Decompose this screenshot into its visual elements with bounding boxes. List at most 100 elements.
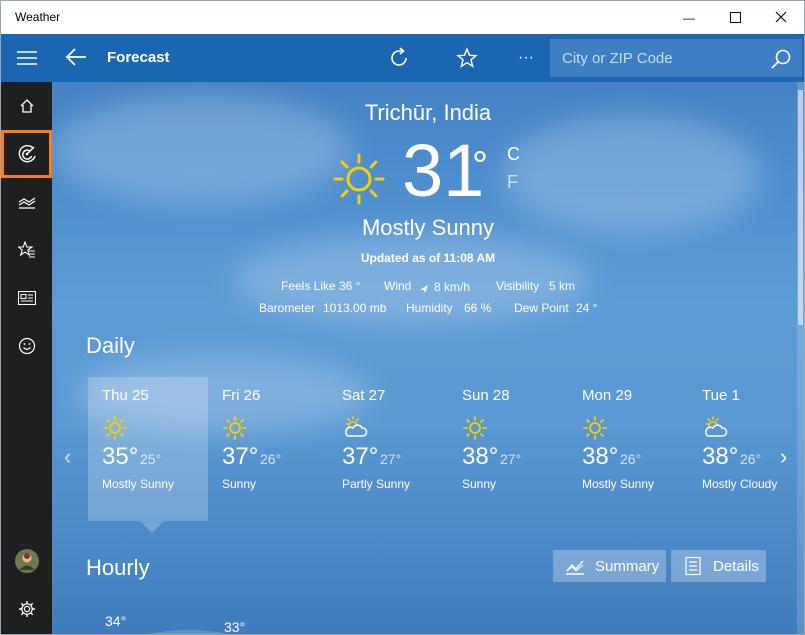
humidity-label: Humidity (406, 301, 453, 315)
wind-direction-icon (419, 281, 429, 299)
day-high-temp: 37° (222, 443, 259, 470)
minimize-icon: — (683, 10, 695, 25)
gear-icon (18, 600, 36, 618)
nav-home-button[interactable] (1, 82, 52, 130)
daily-prev-button[interactable]: ‹ (64, 444, 71, 470)
nav-forecast-button[interactable] (1, 130, 52, 178)
back-button[interactable] (64, 46, 90, 70)
page-title: Forecast (107, 49, 170, 66)
forecast-page: Forecast ··· City or ZIP Code Trichūr, I… (52, 34, 804, 634)
day-card[interactable]: Sun 28 38° 27° Sunny (448, 377, 568, 521)
maximize-button[interactable] (712, 1, 758, 34)
news-icon (17, 291, 36, 305)
sun-icon (331, 151, 387, 207)
barometer-label: Barometer (259, 301, 316, 315)
day-low-temp: 25° (140, 451, 162, 467)
refresh-icon (391, 47, 407, 66)
day-low-temp: 26° (620, 451, 642, 467)
nav-feedback-button[interactable] (1, 322, 52, 370)
search-input[interactable]: City or ZIP Code (562, 50, 673, 67)
day-card[interactable]: Sat 27 37° 27° Partly Sunny (328, 377, 448, 521)
forecast-radar-icon (17, 144, 37, 164)
day-condition: Sunny (222, 477, 257, 491)
window-title: Weather (15, 10, 61, 24)
day-card[interactable]: Fri 26 37° 26° Sunny (208, 377, 328, 521)
sun-icon (462, 415, 488, 441)
day-condition: Mostly Sunny (102, 477, 175, 491)
day-name: Sun 28 (462, 387, 510, 404)
day-condition: Sunny (462, 477, 497, 491)
dew-point-label: Dew Point (514, 301, 569, 315)
settings-button[interactable] (1, 585, 52, 633)
favorite-button[interactable] (454, 46, 480, 70)
star-icon (456, 47, 478, 68)
current-condition: Mostly Sunny (361, 215, 495, 240)
summary-tab[interactable]: Summary (553, 550, 666, 582)
search-box[interactable]: City or ZIP Code (550, 39, 802, 77)
historical-weather-icon (18, 194, 36, 210)
favorites-icon (17, 241, 36, 259)
unit-celsius-toggle[interactable]: C (507, 144, 520, 165)
day-condition: Mostly Cloudy (702, 477, 778, 491)
day-low-temp: 26° (260, 451, 282, 467)
refresh-button[interactable] (386, 46, 412, 70)
day-card[interactable]: Tue 1 38° 26° Mostly Cloudy (688, 377, 804, 521)
day-high-temp: 37° (342, 443, 379, 470)
degree-symbol: ° (472, 144, 488, 188)
day-name: Tue 1 (702, 387, 740, 404)
day-condition: Partly Sunny (342, 477, 411, 491)
sun-icon (102, 415, 128, 441)
hamburger-menu-button[interactable] (1, 34, 52, 82)
wind-label: Wind (384, 279, 412, 293)
day-low-temp: 27° (380, 451, 402, 467)
partly-cloudy-icon (342, 415, 368, 441)
hourly-temperature-graph (147, 630, 227, 634)
feels-like-label: Feels Like (281, 279, 336, 293)
close-icon (775, 10, 787, 26)
details-list-icon (685, 556, 701, 576)
minimize-button[interactable]: — (666, 1, 712, 34)
humidity-value: 66 % (464, 301, 492, 315)
maximize-icon (729, 10, 741, 26)
nav-favorites-button[interactable] (1, 226, 52, 274)
summary-label: Summary (595, 557, 660, 575)
day-name: Mon 29 (582, 387, 633, 404)
day-high-temp: 38° (702, 443, 739, 470)
day-condition: Mostly Sunny (582, 477, 655, 491)
visibility-label: Visibility (496, 279, 540, 293)
nav-historical-button[interactable] (1, 178, 52, 226)
feedback-smiley-icon (18, 337, 36, 355)
avatar (14, 549, 39, 573)
details-label: Details (713, 557, 759, 575)
close-button[interactable] (758, 1, 804, 34)
sun-icon (582, 415, 608, 441)
unit-fahrenheit-toggle[interactable]: F (507, 172, 518, 193)
day-name: Fri 26 (222, 387, 261, 404)
back-arrow-icon (65, 48, 86, 66)
home-icon (19, 98, 35, 114)
more-icon: ··· (518, 49, 534, 66)
nav-news-button[interactable] (1, 274, 52, 322)
day-card[interactable]: Mon 29 38° 26° Mostly Sunny (568, 377, 688, 521)
day-low-temp: 27° (500, 451, 522, 467)
more-options-button[interactable]: ··· (513, 46, 539, 70)
day-name: Thu 25 (102, 387, 149, 404)
feels-like-value: 36 ° (339, 279, 361, 293)
details-tab[interactable]: Details (671, 550, 766, 582)
account-button[interactable] (1, 537, 52, 585)
day-card[interactable]: Thu 25 35° 25° Mostly Sunny (88, 377, 208, 521)
day-high-temp: 38° (462, 443, 499, 470)
summary-chart-icon (566, 560, 584, 575)
day-high-temp: 35° (102, 443, 139, 470)
day-high-temp: 38° (582, 443, 619, 470)
wind-value: 8 km/h (434, 280, 471, 294)
updated-time: Updated as of 11:08 AM (360, 251, 496, 265)
title-bar: Weather — (1, 1, 804, 34)
day-low-temp: 26° (740, 451, 762, 467)
daily-section-title: Daily (86, 333, 135, 358)
visibility-value: 5 km (549, 279, 576, 293)
weather-app-window: Weather — Forecast ··· City or ZIP Code … (0, 0, 805, 635)
search-icon[interactable] (770, 48, 792, 70)
dew-point-value: 24 ° (576, 301, 598, 315)
partly-cloudy-icon (702, 415, 728, 441)
